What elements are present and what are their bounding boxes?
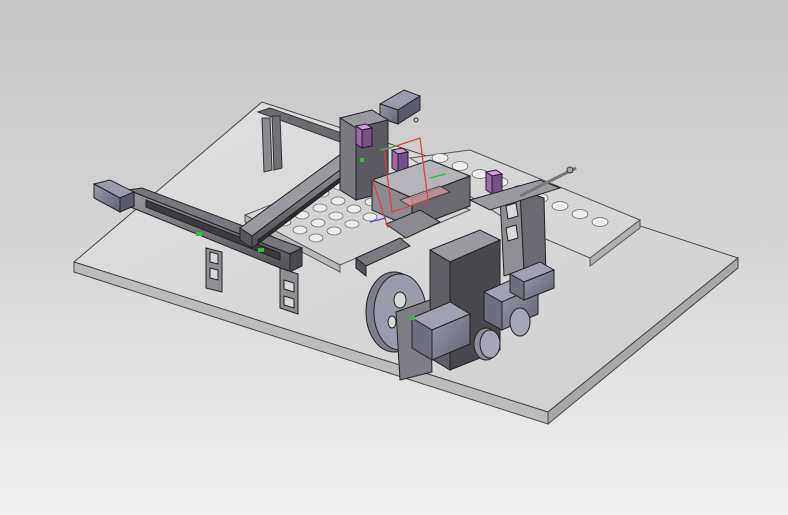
cup (328, 211, 344, 221)
cup (346, 204, 362, 214)
cup (431, 153, 449, 163)
cup (308, 233, 324, 243)
cup (551, 201, 569, 211)
cup (330, 196, 346, 206)
cup (571, 209, 589, 219)
left-motor (92, 179, 136, 213)
cup (326, 226, 342, 236)
cup (344, 219, 360, 229)
cup (310, 218, 326, 228)
cad-model-scene[interactable] (0, 0, 788, 515)
cup (362, 212, 378, 222)
cup (591, 217, 609, 227)
cup (292, 225, 308, 235)
cup (451, 161, 469, 171)
3d-viewport[interactable] (0, 0, 788, 515)
cup (312, 203, 328, 213)
